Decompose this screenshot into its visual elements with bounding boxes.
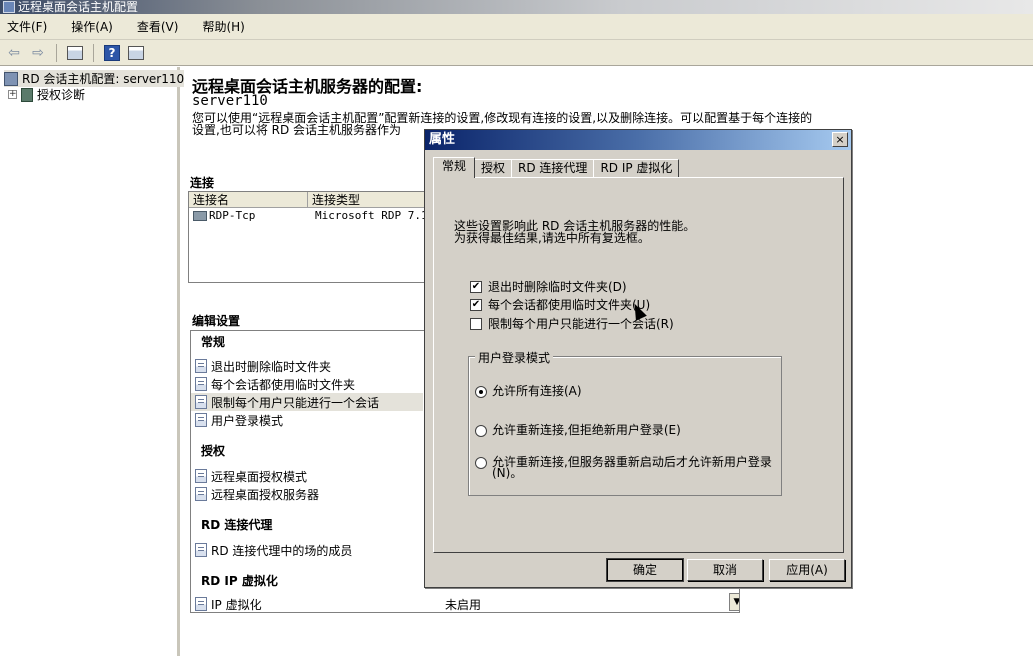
tree-node-licensing-diagnosis[interactable]: + 授权诊断 [8,86,85,103]
checkbox-temp-per-session[interactable]: ✔ 每个会话都使用临时文件夹(U) [470,296,650,313]
dialog-title-bar: 属性 × [425,130,851,150]
edit-settings-heading: 编辑设置 [192,314,241,328]
group-label: 用户登录模式 [475,349,554,366]
apply-button[interactable]: 应用(A) [769,559,845,581]
group-licensing: 授权 [201,444,226,458]
setting-doc-icon [195,487,207,501]
close-button[interactable]: × [832,132,848,147]
back-arrow-icon[interactable]: ⇦ [4,43,24,63]
expand-icon[interactable]: + [8,90,17,99]
tab-rd-broker[interactable]: RD 连接代理 [511,159,595,177]
connection-name: RDP-Tcp [209,209,256,222]
setting-doc-icon [195,377,207,391]
list-item[interactable]: IP 虚拟化 未启用 [191,595,731,612]
setting-doc-icon [195,597,207,611]
column-connection-type[interactable]: 连接类型 [308,192,432,207]
dropdown-arrow-icon[interactable]: ▼ [729,593,739,611]
tab-licensing[interactable]: 授权 [474,159,513,177]
setting-doc-icon [195,359,207,373]
menu-help[interactable]: 帮助(H) [199,16,247,37]
checkbox-delete-temp-on-exit[interactable]: ✔ 退出时删除临时文件夹(D) [470,278,627,295]
dialog-tabs: 常规 授权 RD 连接代理 RD IP 虚拟化 [433,157,680,178]
list-item[interactable]: 远程桌面授权服务器 [191,485,423,503]
tab-general[interactable]: 常规 [433,157,476,178]
tree-node-label: 授权诊断 [37,88,86,102]
tree-node-label: RD 会话主机配置: server110 [22,72,185,86]
setting-doc-icon [195,395,207,409]
toolbar-separator [56,43,57,62]
radio-reconnect-until-restart[interactable]: 允许重新连接,但服务器重新启动后才允许新用户登录(N)。 [475,456,773,479]
checkbox-checked[interactable]: ✔ [470,280,482,293]
properties-dialog: 属性 × 常规 授权 RD 连接代理 RD IP 虚拟化 这些设置影响此 RD … [424,129,852,588]
list-item-selected[interactable]: 限制每个用户只能进行一个会话 [191,393,423,411]
group-ip-virtualization: RD IP 虚拟化 [201,574,278,588]
tab-ip-virtualization[interactable]: RD IP 虚拟化 [593,159,680,177]
setting-doc-icon [195,413,207,427]
settings-description: 这些设置影响此 RD 会话主机服务器的性能。 为获得最佳结果,请选中所有复选框。 [454,219,696,245]
menu-file[interactable]: 文件(F) [4,16,50,37]
logon-mode-group: 用户登录模式 允许所有连接(A) 允许重新连接,但拒绝新用户登录(E) 允许重新… [468,349,782,496]
group-rd-broker: RD 连接代理 [201,518,273,532]
diagnosis-icon [21,87,33,102]
cancel-button[interactable]: 取消 [687,559,763,581]
list-item[interactable]: RD 连接代理中的场的成员 [191,541,423,559]
app-icon [3,1,15,13]
menu-action[interactable]: 操作(A) [68,16,116,37]
help-icon[interactable]: ? [102,43,122,63]
action-pane-icon[interactable] [126,43,146,63]
checkbox-unchecked[interactable] [470,317,482,330]
tree-node-rd-session-host[interactable]: RD 会话主机配置: server110 [4,70,187,87]
column-connection-name[interactable]: 连接名 [189,192,309,207]
table-row[interactable]: RDP-Tcp Microsoft RDP 7.1 [189,208,432,224]
connections-header: 连接名 连接类型 [189,192,432,208]
toolbar-separator [93,43,94,62]
radio-allow-all[interactable]: 允许所有连接(A) [475,385,773,398]
dialog-title: 属性 [429,132,456,147]
ok-button[interactable]: 确定 [606,558,684,582]
show-hide-tree-icon[interactable] [65,43,85,63]
list-item[interactable]: 每个会话都使用临时文件夹 [191,375,423,393]
radio-unselected[interactable] [475,457,487,469]
tab-panel-general: 这些设置影响此 RD 会话主机服务器的性能。 为获得最佳结果,请选中所有复选框。… [433,177,844,553]
rd-config-icon [4,71,18,86]
list-item[interactable]: 用户登录模式 [191,411,423,429]
forward-arrow-icon[interactable]: ⇨ [28,43,48,63]
radio-selected[interactable] [475,386,487,398]
connections-heading: 连接 [190,176,215,190]
setting-doc-icon [195,543,207,557]
window-title-bar: 远程桌面会话主机配置 [0,0,1033,14]
connection-type: Microsoft RDP 7.1 [315,209,428,222]
menu-view[interactable]: 查看(V) [134,16,182,37]
toolbar: ⇦ ⇨ ? [0,40,1033,66]
setting-value: 未启用 [445,597,482,612]
console-tree: RD 会话主机配置: server110 + 授权诊断 [0,67,187,656]
radio-reconnect-deny-new[interactable]: 允许重新连接,但拒绝新用户登录(E) [475,424,773,437]
group-general: 常规 [201,335,226,349]
radio-unselected[interactable] [475,425,487,437]
list-item[interactable]: 退出时删除临时文件夹 [191,357,423,375]
list-item[interactable]: 远程桌面授权模式 [191,467,423,485]
setting-doc-icon [195,469,207,483]
window-title: 远程桌面会话主机配置 [18,0,139,14]
connection-icon [193,211,207,221]
server-name: server110 [192,93,268,109]
menu-bar: 文件(F) 操作(A) 查看(V) 帮助(H) [0,14,1033,40]
checkbox-checked[interactable]: ✔ [470,298,482,311]
checkbox-single-session[interactable]: 限制每个用户只能进行一个会话(R) [470,315,674,332]
connections-table: 连接名 连接类型 RDP-Tcp Microsoft RDP 7.1 [188,191,433,283]
